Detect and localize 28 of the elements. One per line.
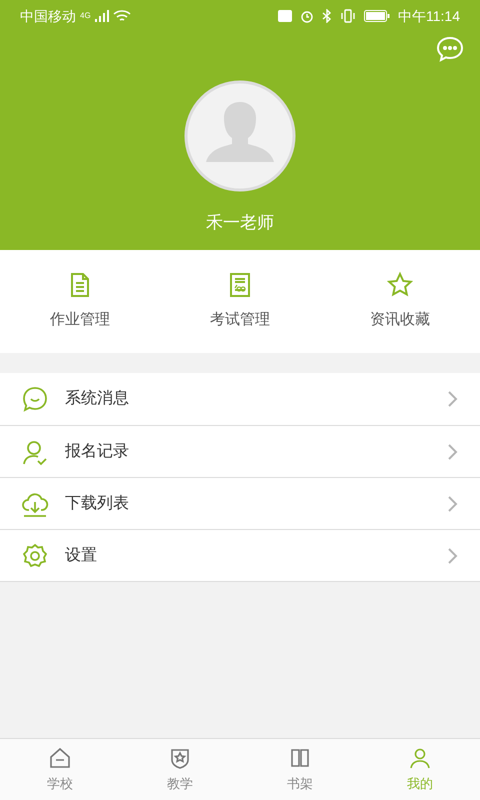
alarm-icon xyxy=(300,9,314,23)
shortcut-button[interactable]: 资讯收藏 xyxy=(320,271,480,332)
chevron-right-icon xyxy=(447,442,459,460)
signal-icon xyxy=(94,10,109,22)
menu-row[interactable]: 系统消息 xyxy=(0,373,480,425)
chat-bubble-icon xyxy=(436,36,464,62)
menu-row[interactable]: 设置 xyxy=(0,529,480,581)
smile-bubble-icon xyxy=(21,385,49,413)
wifi-icon xyxy=(112,9,131,23)
vibrate-icon xyxy=(340,9,356,23)
avatar[interactable] xyxy=(184,80,296,192)
carrier-name: 中国移动 xyxy=(20,6,76,26)
chevron-right-icon xyxy=(447,546,459,564)
chat-button[interactable] xyxy=(436,36,464,62)
shortcut-button[interactable]: 作业管理 xyxy=(0,271,160,332)
chevron-right-icon xyxy=(447,494,459,512)
home-icon xyxy=(48,746,72,770)
clock-time: 中午11:14 xyxy=(398,6,460,26)
bluetooth-icon xyxy=(322,9,332,23)
menu-row[interactable]: 下载列表 xyxy=(0,477,480,529)
chevron-right-icon xyxy=(447,390,459,408)
network-type: 4G xyxy=(80,10,91,22)
teacher-name: 禾一老师 xyxy=(206,212,274,234)
menu-row[interactable]: 报名记录 xyxy=(0,425,480,477)
shortcut-button[interactable]: 考试管理 xyxy=(160,271,320,332)
battery-icon xyxy=(364,10,390,22)
user-icon xyxy=(408,746,432,770)
settings-icon xyxy=(21,542,49,570)
